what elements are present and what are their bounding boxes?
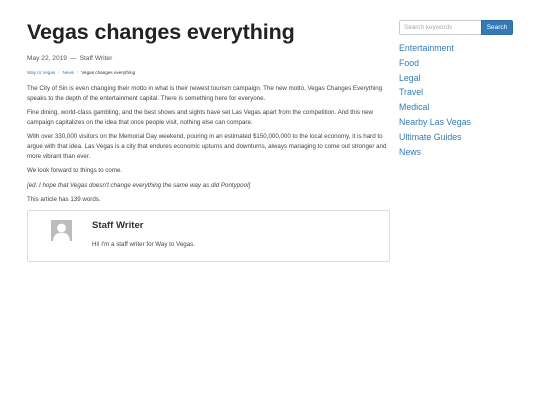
user-silhouette-icon: [51, 219, 72, 241]
author-name: Staff Writer: [92, 219, 144, 231]
word-count: This article has 139 words.: [27, 196, 101, 204]
author-bio: Hi! I'm a staff writer for Way to Vegas.: [92, 240, 195, 248]
category-link-ultimate-guides[interactable]: Ultimate Guides: [399, 130, 515, 145]
breadcrumb-home-link[interactable]: Way to Vegas: [27, 70, 55, 75]
article-meta: May 22, 2019 — Staff Writer: [27, 55, 389, 62]
category-link-travel[interactable]: Travel: [399, 85, 515, 100]
author-box: Staff Writer Hi! I'm a staff writer for …: [27, 209, 390, 262]
category-link-medical[interactable]: Medical: [399, 100, 515, 115]
meta-author: Staff Writer: [79, 55, 113, 62]
category-link-food[interactable]: Food: [399, 56, 515, 71]
article-paragraph: Fine dining, world-class gambling, and t…: [27, 109, 374, 126]
meta-separator: —: [69, 55, 77, 62]
article-paragraph: With over 330,000 visitors on the Memori…: [27, 133, 387, 160]
breadcrumb-separator: /: [58, 70, 60, 75]
category-link-legal[interactable]: Legal: [399, 71, 515, 86]
breadcrumb-separator: /: [76, 70, 79, 75]
editor-note: [ed. I hope that Vegas doesn't change ev…: [27, 181, 251, 189]
breadcrumb-current: Vegas changes everything: [81, 70, 136, 75]
page-title: Vegas changes everything: [27, 20, 295, 44]
search-button[interactable]: Search: [481, 20, 513, 35]
publish-date: May 22, 2019: [27, 55, 67, 62]
article-paragraph: The City of Sin is even changing their m…: [27, 85, 383, 102]
category-list: Entertainment Food Legal Travel Medical …: [399, 41, 515, 159]
category-link-nearby-las-vegas[interactable]: Nearby Las Vegas: [399, 115, 515, 130]
breadcrumb-news-link[interactable]: News: [62, 70, 74, 75]
category-link-entertainment[interactable]: Entertainment: [399, 41, 515, 56]
category-link-news[interactable]: News: [399, 145, 515, 160]
sidebar: Search Entertainment Food Legal Travel M…: [399, 20, 515, 159]
breadcrumb: Way to Vegas / News / Vegas changes ever…: [27, 70, 389, 75]
article-body: The City of Sin is even changing their m…: [27, 84, 389, 205]
avatar: [51, 219, 72, 241]
search-input[interactable]: [399, 20, 481, 35]
search-form: Search: [399, 20, 515, 35]
article-paragraph: We look forward to things to come.: [27, 167, 123, 175]
article-main: Vegas changes everything May 22, 2019 — …: [27, 18, 390, 262]
